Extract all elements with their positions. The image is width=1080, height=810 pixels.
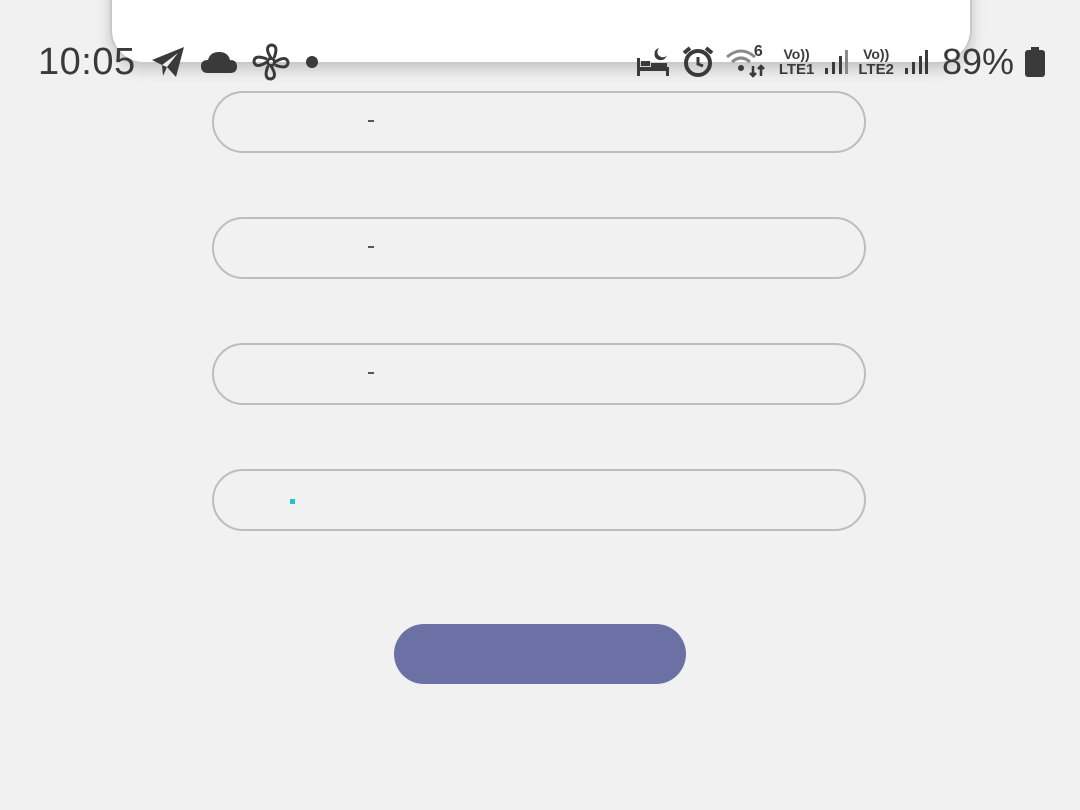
field-dash-mark	[368, 246, 374, 248]
status-left: 10:05	[38, 36, 320, 88]
sim1-volte-label: Vo))	[783, 46, 810, 62]
cloud-icon	[200, 49, 238, 75]
battery-percent: 89%	[941, 41, 1014, 82]
telegram-icon	[150, 45, 186, 79]
wifi-6-icon: 6	[725, 43, 769, 79]
signal-sim1-icon	[824, 48, 849, 76]
status-right: 6 Vo)) LTE1 Vo)) LTE2 89%	[635, 36, 1046, 88]
sim2-volte-label: Vo))	[863, 46, 890, 62]
notification-dot-icon	[304, 54, 320, 70]
wifi-generation-label: 6	[753, 43, 763, 60]
field-dash-mark	[368, 372, 374, 374]
form-field-3[interactable]	[212, 343, 866, 405]
form-field-2[interactable]	[212, 217, 866, 279]
sim2-network-label: Vo)) LTE2	[858, 46, 894, 78]
fan-icon	[252, 43, 290, 81]
sim1-lte-label: LTE1	[778, 61, 815, 78]
text-cursor	[290, 499, 295, 504]
signal-sim2-icon	[904, 48, 928, 76]
status-bar: 10:05 6 Vo)) LTE1 Vo)) LTE2 89%	[0, 36, 1080, 88]
clock: 10:05	[38, 40, 136, 83]
battery-icon	[1024, 46, 1046, 78]
sim2-lte-label: LTE2	[858, 61, 894, 78]
field-dash-mark	[368, 120, 374, 122]
sleep-mode-icon	[635, 46, 671, 78]
sim1-network-label: Vo)) LTE1	[779, 46, 815, 78]
form-field-1[interactable]	[212, 91, 866, 153]
submit-button[interactable]	[394, 624, 686, 684]
form-field-4[interactable]	[212, 469, 866, 531]
alarm-icon	[681, 45, 715, 79]
